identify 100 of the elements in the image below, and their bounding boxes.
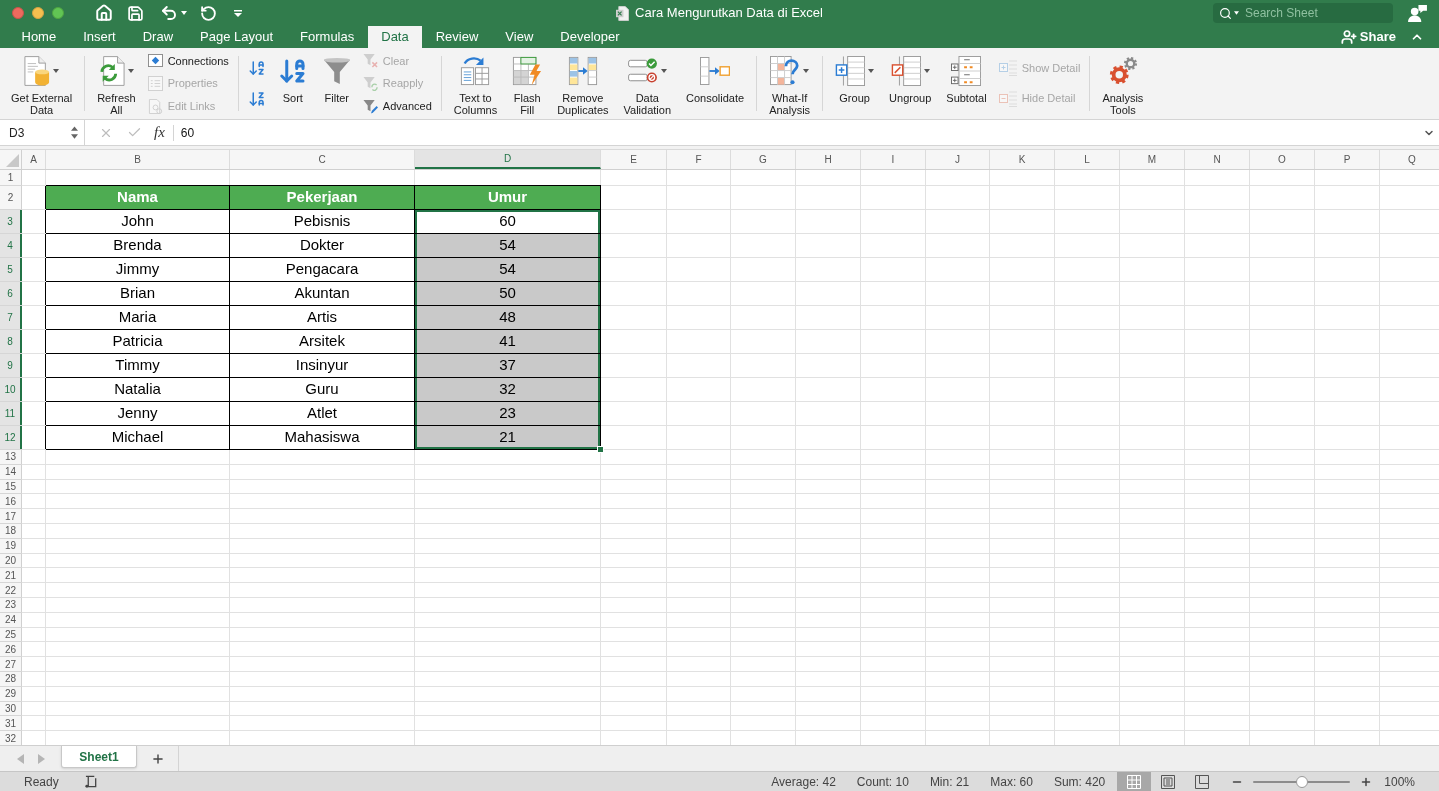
ribbon-tab[interactable]: Insert bbox=[69, 26, 130, 48]
collapse-minus-icon bbox=[998, 90, 1017, 107]
row-header[interactable]: 10 bbox=[0, 378, 22, 401]
funnel-pencil-icon bbox=[362, 98, 378, 114]
ribbon-tab[interactable]: Home bbox=[8, 26, 70, 48]
text-to-columns-button[interactable]: Text to Columns bbox=[450, 48, 501, 119]
insert-function-button[interactable]: fx bbox=[152, 121, 167, 144]
row-header[interactable]: 32 bbox=[0, 731, 22, 745]
sort-button[interactable]: Sort bbox=[274, 48, 311, 119]
row-header[interactable]: 3 bbox=[0, 210, 22, 233]
data-validation-button[interactable]: Data Validation bbox=[620, 48, 675, 119]
validation-icon bbox=[627, 58, 658, 84]
expand-plus-icon bbox=[998, 60, 1017, 77]
column-header[interactable]: M bbox=[1120, 150, 1185, 169]
get-external-data-button[interactable]: Get External Data bbox=[8, 48, 76, 119]
column-header[interactable]: Q bbox=[1380, 150, 1439, 169]
consolidate-button[interactable]: Consolidate bbox=[683, 48, 748, 119]
refresh-document-icon bbox=[98, 56, 125, 86]
subtotal-button[interactable]: Subtotal bbox=[943, 48, 990, 119]
row-header[interactable]: 31 bbox=[0, 716, 22, 731]
analysis-tools-button[interactable]: Analysis Tools bbox=[1099, 48, 1147, 119]
home-icon[interactable] bbox=[95, 4, 113, 22]
connections-icon bbox=[147, 54, 163, 68]
customize-toolbar-icon[interactable] bbox=[234, 9, 242, 17]
name-box[interactable]: D3 bbox=[0, 120, 85, 145]
save-icon[interactable] bbox=[127, 4, 144, 22]
ribbon-tab[interactable]: Draw bbox=[129, 26, 187, 48]
ribbon-tab[interactable]: View bbox=[491, 26, 547, 48]
ribbon-tab[interactable]: Page Layout bbox=[186, 26, 287, 48]
row-header[interactable]: 21 bbox=[0, 568, 22, 583]
row-header[interactable]: 5 bbox=[0, 258, 22, 281]
fill-handle-icon[interactable] bbox=[597, 446, 604, 453]
formula-input[interactable]: 60 bbox=[173, 120, 1423, 145]
advanced-button[interactable]: Advanced bbox=[362, 96, 432, 117]
table-cell: 32 bbox=[415, 378, 600, 401]
column-header[interactable]: G bbox=[731, 150, 796, 169]
row-header[interactable]: 11 bbox=[0, 402, 22, 425]
sheet-tab[interactable]: Sheet1 bbox=[61, 746, 137, 768]
ribbon-tab[interactable]: Data bbox=[367, 26, 423, 48]
column-header[interactable]: J bbox=[926, 150, 990, 169]
macro-record-icon[interactable] bbox=[84, 775, 98, 788]
column-header[interactable]: L bbox=[1055, 150, 1120, 169]
ungroup-button[interactable]: Ungroup bbox=[886, 48, 935, 119]
row-header[interactable]: 1 bbox=[0, 170, 22, 185]
row-header[interactable]: 8 bbox=[0, 330, 22, 353]
row-header[interactable]: 2 bbox=[0, 186, 22, 209]
zoom-slider[interactable] bbox=[1253, 775, 1351, 788]
redo-icon[interactable] bbox=[200, 4, 217, 22]
table-cell: 48 bbox=[415, 306, 600, 329]
refresh-all-button[interactable]: Refresh All bbox=[94, 48, 139, 119]
caret-icon[interactable] bbox=[181, 11, 187, 15]
connections-button[interactable]: Connections bbox=[147, 50, 229, 71]
table-header-cell: Pekerjaan bbox=[230, 186, 414, 209]
sort-za-icon bbox=[247, 90, 266, 108]
remove-duplicates-button[interactable]: Remove Duplicates bbox=[554, 48, 612, 119]
ribbon-tab[interactable]: Developer bbox=[546, 26, 634, 48]
row-header[interactable]: 6 bbox=[0, 282, 22, 305]
ribbon-tab[interactable]: Formulas bbox=[286, 26, 368, 48]
stepper-icon[interactable] bbox=[71, 126, 78, 139]
row-header[interactable]: 12 bbox=[0, 426, 22, 449]
column-header[interactable]: I bbox=[861, 150, 926, 169]
group-button[interactable]: Group bbox=[832, 48, 878, 119]
status-statistic: Sum: 420 bbox=[1053, 773, 1106, 791]
person-bubble-icon[interactable] bbox=[1408, 4, 1427, 22]
undo-icon[interactable] bbox=[160, 4, 178, 22]
column-header[interactable]: N bbox=[1185, 150, 1250, 169]
column-header[interactable]: H bbox=[796, 150, 861, 169]
row-header[interactable]: 27 bbox=[0, 657, 22, 671]
table-cell: 60 bbox=[415, 210, 600, 233]
column-header[interactable]: E bbox=[601, 150, 667, 169]
zoom-level[interactable]: 100% bbox=[1384, 772, 1415, 791]
column-header[interactable]: D bbox=[415, 150, 601, 169]
column-header[interactable]: A bbox=[22, 150, 46, 169]
row-header[interactable]: 17 bbox=[0, 509, 22, 523]
row-header[interactable]: 13 bbox=[0, 450, 22, 464]
flash-fill-button[interactable]: Flash Fill bbox=[509, 48, 546, 119]
ribbon-tab[interactable]: Review bbox=[422, 26, 492, 48]
filter-button[interactable]: Filter bbox=[319, 48, 354, 119]
row-header[interactable]: 22 bbox=[0, 583, 22, 597]
zoom-slider-thumb[interactable] bbox=[1295, 775, 1308, 788]
what-if-analysis-button[interactable]: What-If Analysis bbox=[766, 48, 814, 119]
column-header[interactable]: F bbox=[667, 150, 731, 169]
row-header[interactable]: 16 bbox=[0, 494, 22, 509]
row-header[interactable]: 26 bbox=[0, 642, 22, 657]
group-rows-icon bbox=[835, 56, 866, 86]
person-add-icon bbox=[1340, 29, 1357, 45]
minimize-window-icon[interactable] bbox=[32, 7, 44, 19]
share-button[interactable]: Share bbox=[1340, 27, 1396, 47]
row-header[interactable]: 7 bbox=[0, 306, 22, 329]
row-header[interactable]: 9 bbox=[0, 354, 22, 377]
column-header[interactable]: B bbox=[46, 150, 230, 169]
column-header[interactable]: P bbox=[1315, 150, 1380, 169]
search-icon bbox=[1219, 6, 1232, 20]
column-header[interactable]: O bbox=[1250, 150, 1315, 169]
zoom-in-icon[interactable] bbox=[1360, 775, 1373, 788]
row-header[interactable]: 4 bbox=[0, 234, 22, 257]
column-header[interactable]: K bbox=[990, 150, 1055, 169]
document-database-icon bbox=[24, 56, 51, 86]
table-header-cell: Umur bbox=[415, 186, 600, 209]
caret-icon bbox=[1234, 11, 1239, 15]
